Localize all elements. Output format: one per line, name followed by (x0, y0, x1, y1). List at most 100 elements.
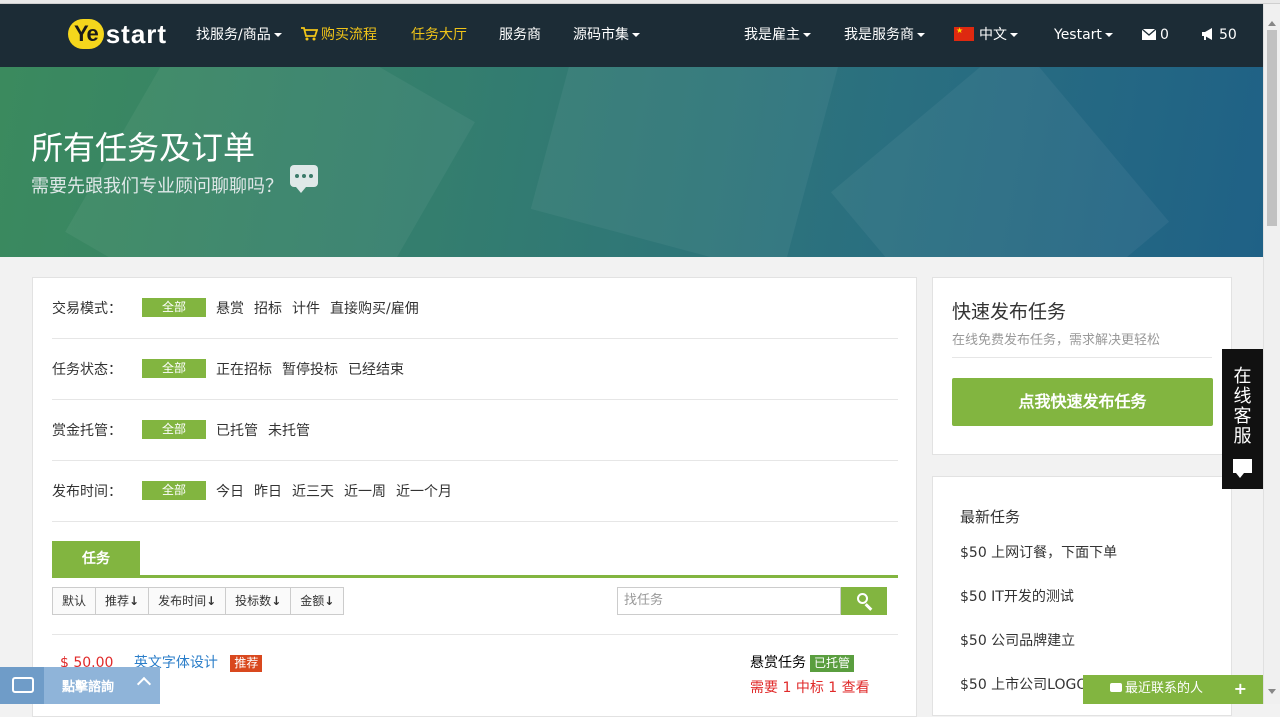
chat-icon (0, 667, 44, 704)
filter-option[interactable]: 计件 (292, 301, 320, 317)
latest-task-item[interactable]: $50 上网订餐，下面下单 (960, 542, 1117, 562)
filter-option[interactable]: 招标 (254, 301, 282, 317)
filter-publish-time: 发布时间： 全部 今日 昨日 近三天 近一周 近一个月 (52, 461, 898, 522)
task-meta: 悬赏任务 已托管 (750, 652, 855, 672)
filter-option[interactable]: 直接购买/雇佣 (330, 301, 419, 317)
arrow-down-icon: ↓ (206, 594, 217, 608)
envelope-icon (1141, 28, 1157, 40)
filter-all-button[interactable]: 全部 (142, 298, 206, 317)
need-label: 需要 (750, 680, 778, 696)
sort-recommend-label: 推荐 (105, 594, 130, 608)
task-panel: 交易模式： 全部 悬赏 招标 计件 直接购买/雇佣 任务状态： 全部 正在招标 暂停投标… (32, 277, 917, 717)
hero-decor (530, 67, 850, 257)
sort-amount[interactable]: 金额↓ (291, 588, 344, 614)
mail-count: 0 (1160, 27, 1169, 43)
consult-chat-widget[interactable]: 點擊諮詢 (0, 667, 160, 704)
scroll-down-icon[interactable] (1268, 689, 1276, 694)
latest-task-item[interactable]: $50 上市公司LOGO (960, 674, 1087, 694)
logo[interactable]: Ye start (68, 18, 167, 50)
filter-trade-mode: 交易模式： 全部 悬赏 招标 计件 直接购买/雇佣 (52, 278, 898, 339)
filter-label: 赏金托管： (52, 423, 122, 439)
chevron-down-icon (917, 33, 925, 37)
filter-option[interactable]: 正在招标 (216, 362, 272, 378)
sort-bids-label: 投标数 (235, 594, 272, 608)
nav-language[interactable]: 中文 (954, 4, 1018, 67)
sort-recommend[interactable]: 推荐↓ (96, 588, 150, 614)
quick-publish-button[interactable]: 点我快速发布任务 (952, 378, 1213, 426)
sort-publish-time[interactable]: 发布时间↓ (149, 588, 227, 614)
filter-option[interactable]: 昨日 (254, 484, 282, 500)
latest-task-item[interactable]: $50 公司品牌建立 (960, 630, 1075, 650)
filter-option[interactable]: 已托管 (216, 423, 258, 439)
task-search-input[interactable]: 找任务 (617, 587, 841, 615)
nav-buy-flow-label: 购买流程 (321, 27, 377, 43)
cart-icon (301, 27, 319, 41)
nav-providers[interactable]: 服务商 (499, 4, 541, 67)
recent-contacts-label: 最近联系的人 (1125, 681, 1204, 696)
comment-icon (1110, 683, 1122, 692)
filter-all-button[interactable]: 全部 (142, 359, 206, 378)
filter-option[interactable]: 未托管 (268, 423, 310, 439)
nav-employer-label: 我是雇主 (744, 27, 800, 43)
nav-provider-me-label: 我是服务商 (844, 27, 914, 43)
nav-employer[interactable]: 我是雇主 (744, 4, 811, 67)
plus-icon[interactable]: + (1234, 675, 1247, 702)
search-icon-handle (864, 603, 873, 611)
tab-task[interactable]: 任务 (52, 541, 140, 577)
search-button[interactable] (841, 587, 887, 615)
sort-default[interactable]: 默认 (53, 588, 97, 614)
filter-option[interactable]: 近一个月 (396, 484, 452, 500)
logo-start: start (105, 18, 168, 49)
task-type: 悬赏任务 (750, 655, 806, 671)
quick-publish-title: 快速发布任务 (952, 301, 1067, 323)
task-stats: 需要 1 中标 1 查看 (750, 677, 870, 697)
filter-option[interactable]: 已经结束 (348, 362, 404, 378)
sort-bar: 默认 推荐↓ 发布时间↓ 投标数↓ 金额↓ (52, 587, 345, 615)
nav-user-label: Yestart (1054, 27, 1102, 43)
vertical-scrollbar[interactable] (1263, 4, 1280, 704)
nav-provider-me[interactable]: 我是服务商 (844, 4, 925, 67)
scroll-up-icon[interactable] (1268, 21, 1276, 26)
escrow-badge: 已托管 (810, 655, 855, 672)
view-link[interactable]: 查看 (842, 680, 870, 696)
recent-contacts-bar[interactable]: 最近联系的人 + (1083, 675, 1263, 704)
arrow-down-icon: ↓ (129, 594, 140, 608)
chevron-down-icon (1104, 33, 1113, 37)
filter-option[interactable]: 暂停投标 (282, 362, 338, 378)
latest-task-item[interactable]: $50 IT开发的测试 (960, 586, 1074, 606)
nav-user[interactable]: Yestart (1054, 4, 1113, 67)
filter-label: 发布时间： (52, 484, 122, 500)
chevron-down-icon (1010, 33, 1018, 37)
hero-subtitle[interactable]: 需要先跟我们专业顾问聊聊吗？ (31, 172, 283, 198)
nav-buy-flow[interactable]: 购买流程 (301, 4, 377, 67)
chevron-up-icon[interactable] (136, 676, 152, 692)
nav-find-service-label: 找服务/商品 (196, 27, 271, 43)
filter-option[interactable]: 近一周 (344, 484, 386, 500)
nav-language-label: 中文 (979, 27, 1007, 43)
filter-option[interactable]: 悬赏 (216, 301, 244, 317)
nav-mail[interactable]: 0 (1141, 4, 1169, 67)
filter-option[interactable]: 近三天 (292, 484, 334, 500)
hero-decor (830, 67, 1170, 257)
online-service-text: 在线客服 (1233, 366, 1252, 447)
scrollbar-thumb[interactable] (1267, 30, 1277, 226)
online-service-tab[interactable]: 在线客服 (1222, 349, 1263, 489)
filter-task-status: 任务状态： 全部 正在招标 暂停投标 已经结束 (52, 339, 898, 400)
filter-all-button[interactable]: 全部 (142, 481, 206, 500)
filter-option[interactable]: 今日 (216, 484, 244, 500)
list-divider (52, 634, 898, 635)
tab-bar: 任务 (52, 541, 898, 578)
nav-code-market[interactable]: 源码市集 (573, 4, 640, 67)
sort-amount-label: 金额 (300, 594, 325, 608)
chevron-down-icon (632, 33, 640, 37)
filter-all-button[interactable]: 全部 (142, 420, 206, 439)
chat-bubble-icon[interactable] (290, 165, 318, 193)
divider (952, 357, 1212, 358)
top-navbar: Ye start 找服务/商品 购买流程 任务大厅 服务商 源码市集 我是雇主 我… (0, 4, 1263, 67)
nav-find-service[interactable]: 找服务/商品 (196, 4, 282, 67)
consult-label: 點擊諮詢 (62, 680, 115, 695)
nav-task-hall[interactable]: 任务大厅 (411, 4, 467, 67)
nav-notice[interactable]: 50 (1201, 4, 1237, 67)
sort-bids[interactable]: 投标数↓ (226, 588, 292, 614)
filter-options: 今日 昨日 近三天 近一周 近一个月 (216, 481, 462, 501)
